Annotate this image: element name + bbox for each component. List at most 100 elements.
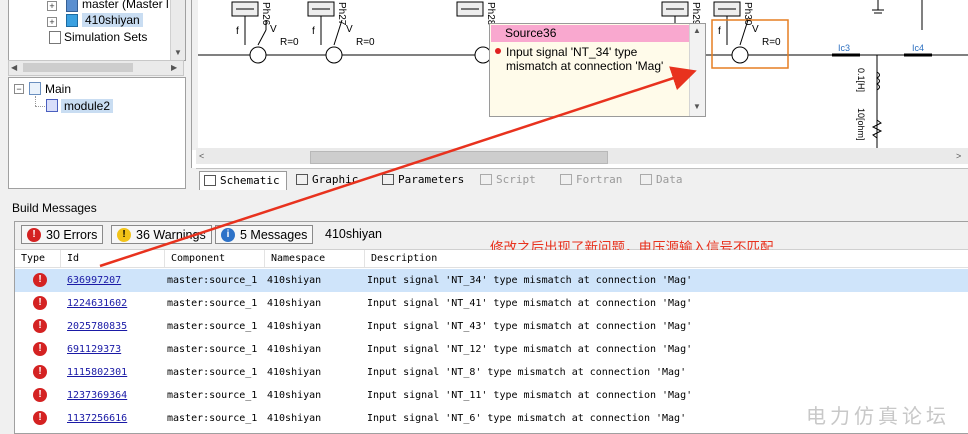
tree-connector bbox=[35, 106, 45, 108]
message-namespace: 410shiyan bbox=[267, 298, 322, 309]
tree-connector bbox=[35, 96, 37, 106]
tree-item-label: Main bbox=[45, 82, 72, 96]
messages-filter-button[interactable]: i 5 Messages bbox=[215, 225, 314, 244]
tooltip-message: Input signal 'NT_34' type mismatch at co… bbox=[506, 45, 664, 73]
scroll-left-icon[interactable]: ◀ bbox=[11, 61, 17, 75]
tree-item-410shiyan[interactable]: 410shiyan bbox=[82, 12, 143, 29]
tab-label: Script bbox=[496, 173, 536, 186]
warnings-filter-button[interactable]: ! 36 Warnings bbox=[111, 225, 212, 244]
tooltip-title: Source36 bbox=[491, 25, 689, 42]
info-icon: i bbox=[221, 228, 235, 242]
tree-item-module2[interactable]: module2 bbox=[61, 98, 114, 115]
tree-item-simulation-sets[interactable]: Simulation Sets bbox=[64, 29, 147, 46]
column-component[interactable]: Component bbox=[165, 250, 265, 267]
tab-parameters[interactable]: Parameters bbox=[378, 171, 464, 189]
error-icon: ! bbox=[27, 228, 41, 242]
messages-count: 5 Messages bbox=[240, 228, 308, 242]
scroll-down-icon[interactable]: ▼ bbox=[171, 46, 185, 60]
message-id-link[interactable]: 1224631602 bbox=[67, 292, 127, 315]
errors-filter-button[interactable]: ! 30 Errors bbox=[21, 225, 104, 244]
data-icon bbox=[640, 174, 652, 185]
scroll-left-icon[interactable]: < bbox=[199, 148, 204, 164]
table-row[interactable]: ! 636997207 master:source_1 410shiyan Input … bbox=[15, 269, 968, 292]
tooltip-scrollbar[interactable]: ▲ ▼ bbox=[689, 24, 705, 116]
tab-graphic[interactable]: Graphic bbox=[292, 171, 358, 189]
scroll-up-icon[interactable]: ▲ bbox=[690, 24, 704, 38]
message-description: Input signal 'NT_43' type mismatch at co… bbox=[367, 321, 693, 332]
inductor-label: 0.1[H] bbox=[856, 68, 866, 93]
module-icon bbox=[46, 99, 58, 112]
message-description: Input signal 'NT_12' type mismatch at co… bbox=[367, 344, 693, 355]
tab-schematic[interactable]: Schematic bbox=[199, 171, 287, 190]
message-namespace: 410shiyan bbox=[267, 321, 322, 332]
scroll-thumb[interactable] bbox=[23, 63, 133, 72]
tree-expander[interactable]: + bbox=[47, 1, 57, 11]
schematic-icon bbox=[204, 175, 216, 186]
project-icon bbox=[66, 14, 78, 27]
error-dot-icon bbox=[495, 48, 501, 54]
page-icon bbox=[29, 82, 41, 95]
tree-vertical-scrollbar[interactable]: ▼ bbox=[170, 0, 185, 60]
message-component: master:source_1 bbox=[167, 298, 258, 309]
source-label: Ph30 bbox=[742, 2, 753, 26]
watermark-text: 电力仿真论坛 bbox=[806, 404, 950, 428]
project-tree-panel: + master (Master l + 410shiyan Simulatio… bbox=[8, 0, 186, 61]
message-id-link[interactable]: 2025780835 bbox=[67, 315, 127, 338]
messages-table-header: Type Id Component Namespace Description bbox=[15, 250, 968, 268]
tree-collapse-icon[interactable]: − bbox=[14, 84, 24, 94]
v-label: V bbox=[270, 24, 277, 35]
f-label: f bbox=[236, 26, 239, 37]
resistor-label: 10[ohm] bbox=[856, 108, 866, 141]
message-id-link[interactable]: 1237369364 bbox=[67, 384, 127, 407]
canvas-scroll-thumb[interactable] bbox=[310, 151, 608, 164]
message-component: master:source_1 bbox=[167, 367, 258, 378]
v-label: V bbox=[752, 24, 759, 35]
script-icon bbox=[480, 174, 492, 185]
r-label: R=0 bbox=[280, 37, 299, 48]
tree-item-label: module2 bbox=[61, 99, 114, 113]
ic-label: Ic4 bbox=[912, 43, 925, 53]
tab-script[interactable]: Script bbox=[476, 171, 536, 189]
error-icon: ! bbox=[33, 411, 47, 425]
library-icon bbox=[66, 0, 78, 12]
scroll-down-icon[interactable]: ▼ bbox=[690, 100, 704, 114]
tab-fortran[interactable]: Fortran bbox=[556, 171, 622, 189]
source-label: Ph28 bbox=[485, 2, 496, 26]
editor-tabs: Schematic Graphic Parameters Script Fort… bbox=[196, 168, 968, 191]
table-row[interactable]: ! 1224631602 master:source_1 410shiyan Input… bbox=[15, 292, 968, 315]
error-icon: ! bbox=[33, 319, 47, 333]
tab-data[interactable]: Data bbox=[636, 171, 683, 189]
message-component: master:source_1 bbox=[167, 275, 258, 286]
tree-expander[interactable]: + bbox=[47, 17, 57, 27]
column-id[interactable]: Id bbox=[61, 250, 165, 267]
table-row[interactable]: ! 2025780835 master:source_1 410shiyan Input… bbox=[15, 315, 968, 338]
message-id-link[interactable]: 1137256616 bbox=[67, 407, 127, 430]
message-namespace: 410shiyan bbox=[267, 367, 322, 378]
message-component: master:source_1 bbox=[167, 321, 258, 332]
table-row[interactable]: ! 691129373 master:source_1 410shiyan Input … bbox=[15, 338, 968, 361]
error-tooltip: Source36 Input signal 'NT_34' type misma… bbox=[489, 23, 706, 117]
message-description: Input signal 'NT_6' type mismatch at con… bbox=[367, 413, 687, 424]
v-label: V bbox=[346, 24, 353, 35]
tree-item-main[interactable]: Main bbox=[45, 81, 71, 98]
scroll-right-icon[interactable]: ▶ bbox=[171, 61, 177, 75]
message-component: master:source_1 bbox=[167, 413, 258, 424]
message-component: master:source_1 bbox=[167, 344, 258, 355]
error-icon: ! bbox=[33, 365, 47, 379]
message-id-link[interactable]: 636997207 bbox=[67, 269, 121, 292]
column-description[interactable]: Description bbox=[365, 250, 968, 267]
message-id-link[interactable]: 1115802301 bbox=[67, 361, 127, 384]
error-icon: ! bbox=[33, 296, 47, 310]
error-icon: ! bbox=[33, 388, 47, 402]
source-label: Ph26 bbox=[260, 2, 271, 26]
column-type[interactable]: Type bbox=[15, 250, 61, 267]
scroll-right-icon[interactable]: > bbox=[956, 148, 961, 164]
message-id-link[interactable]: 691129373 bbox=[67, 338, 121, 361]
tab-label: Graphic bbox=[312, 173, 359, 186]
table-row[interactable]: ! 1115802301 master:source_1 410shiyan Input… bbox=[15, 361, 968, 384]
tree-horizontal-scrollbar[interactable]: ◀ ▶ bbox=[8, 60, 184, 76]
column-namespace[interactable]: Namespace bbox=[265, 250, 365, 267]
tree-item-label: master (Master l bbox=[82, 0, 169, 11]
tree-item-label: 410shiyan bbox=[82, 13, 143, 27]
panel-splitter[interactable] bbox=[0, 190, 968, 198]
